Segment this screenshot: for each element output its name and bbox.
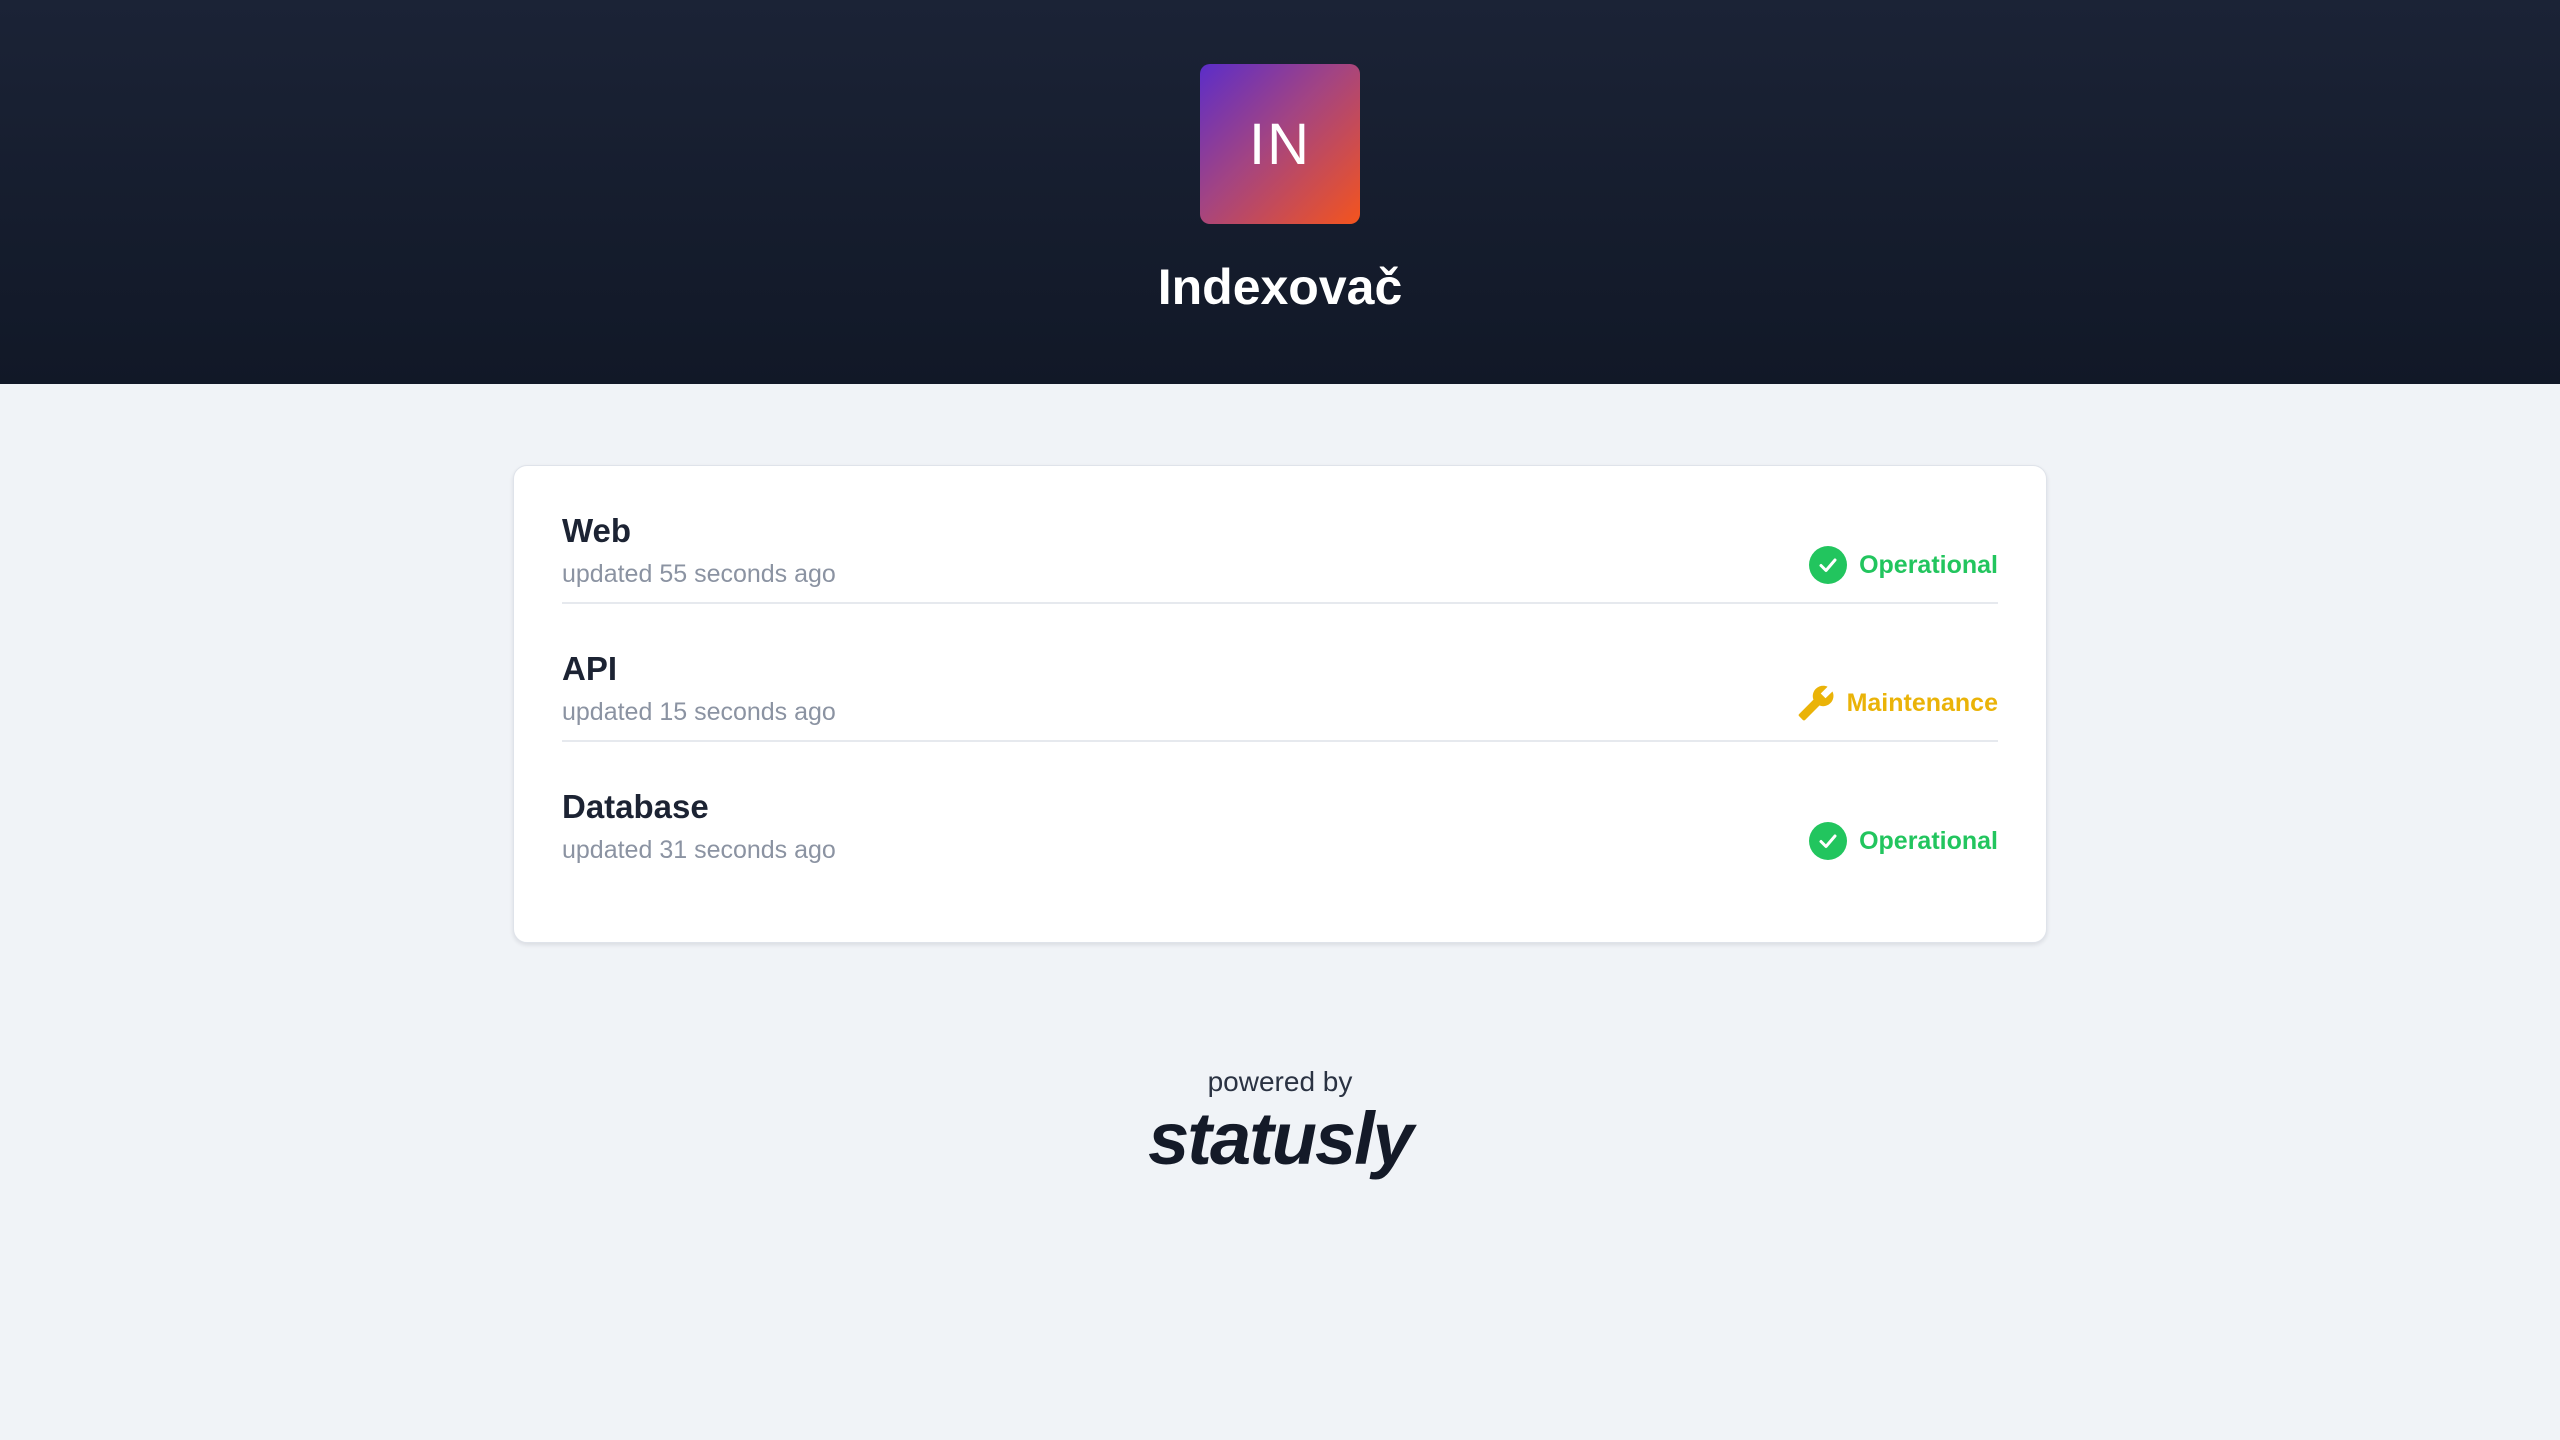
services-card: Web updated 55 seconds ago Operational A… [513, 465, 2047, 943]
statusly-brand-link[interactable]: statusly [0, 1096, 2560, 1181]
service-name: Database [562, 788, 709, 825]
status-badge: Operational [1809, 546, 1998, 584]
service-updated: updated 15 seconds ago [562, 698, 836, 726]
service-updated: updated 31 seconds ago [562, 836, 836, 864]
page-title: Indexovač [1157, 259, 1403, 315]
logo-initials: IN [1249, 111, 1311, 177]
service-row-database: Database updated 31 seconds ago Operatio… [562, 742, 1998, 880]
service-name: Web [562, 512, 632, 549]
service-name: API [562, 650, 618, 687]
status-badge: Maintenance [1797, 684, 1998, 722]
status-label: Maintenance [1846, 688, 1998, 717]
check-circle-icon [1809, 546, 1848, 584]
status-label: Operational [1859, 826, 1998, 855]
service-row-web: Web updated 55 seconds ago Operational [562, 466, 1998, 604]
status-badge: Operational [1809, 822, 1998, 860]
app-logo: IN [1200, 64, 1360, 224]
service-updated: updated 55 seconds ago [562, 560, 836, 588]
service-row-api: API updated 15 seconds ago Maintenance [562, 604, 1998, 742]
check-circle-icon [1809, 822, 1848, 860]
status-label: Operational [1859, 550, 1998, 579]
wrench-icon [1797, 684, 1835, 722]
powered-by-label: powered by [1207, 1066, 1353, 1097]
header: IN Indexovač [0, 0, 2560, 384]
